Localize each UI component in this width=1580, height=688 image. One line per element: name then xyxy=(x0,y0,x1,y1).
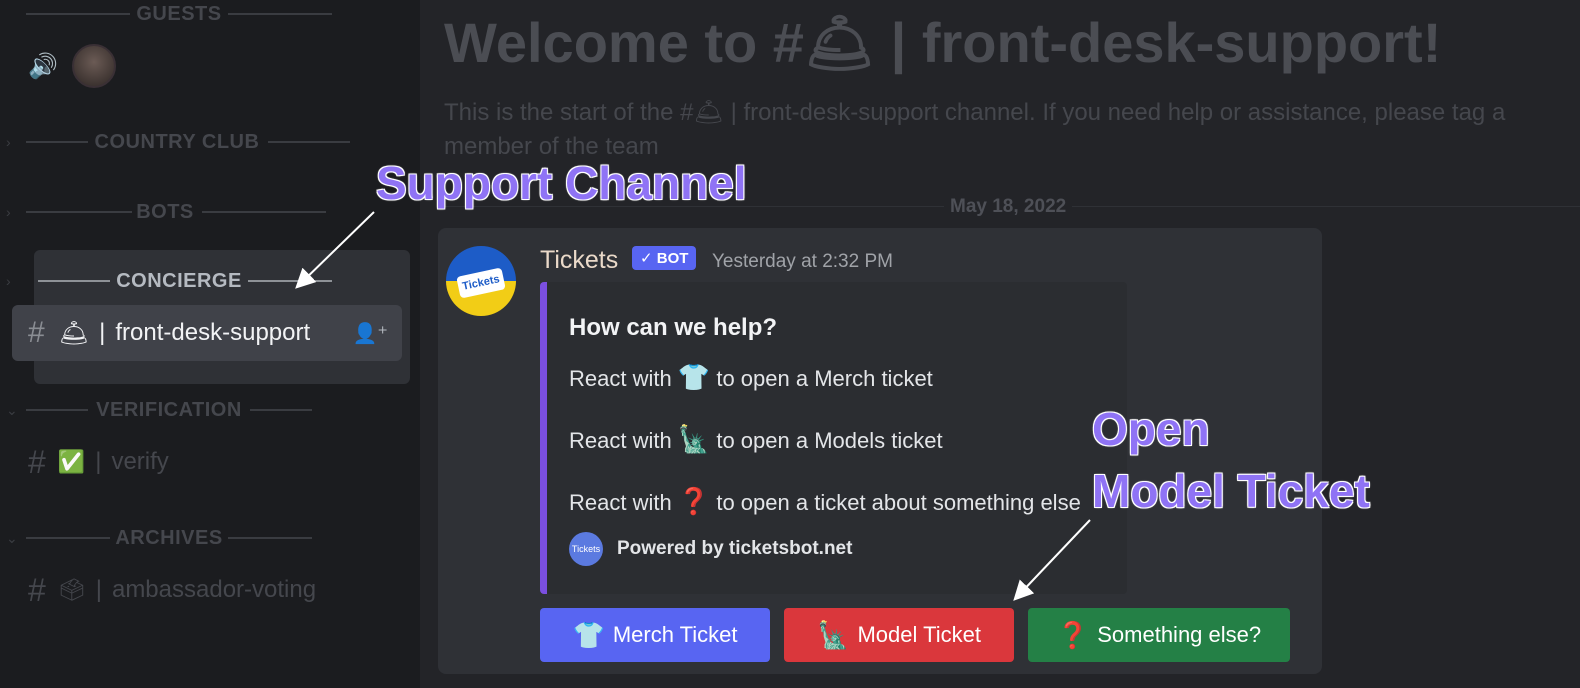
arrow-to-channel xyxy=(295,211,375,289)
arrow-to-model-button xyxy=(1013,519,1091,601)
annotation-arrows xyxy=(295,211,1091,601)
